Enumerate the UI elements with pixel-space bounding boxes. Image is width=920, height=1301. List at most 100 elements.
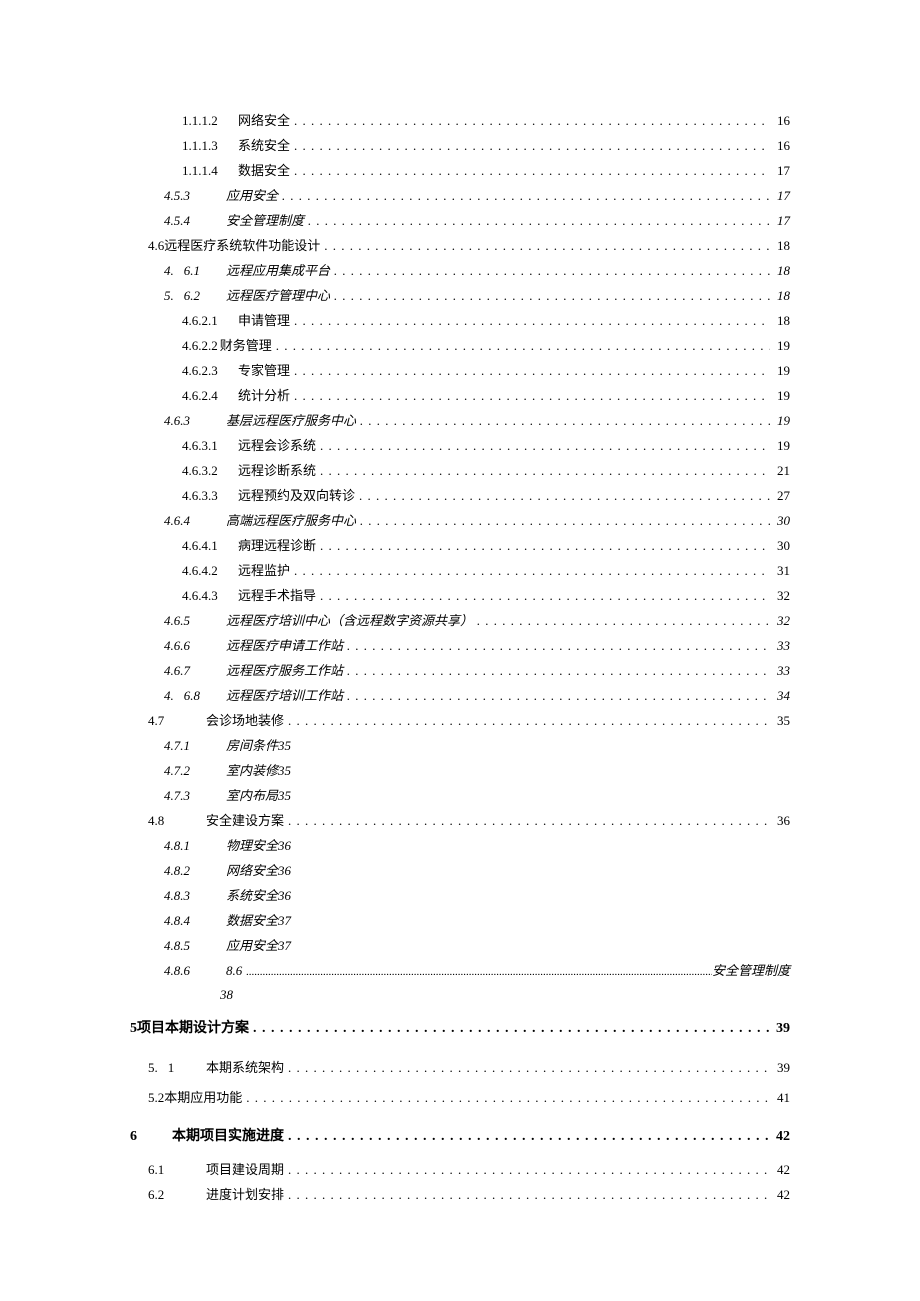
toc-leader: . . . . . . . . . . . . . . . . . . . . … bbox=[356, 408, 770, 433]
toc-leader: . . . . . . . . . . . . . . . . . . . . … bbox=[355, 483, 770, 508]
toc-title: 远程医疗申请工作站 bbox=[220, 633, 343, 658]
toc-entry: 6.1项目建设周期. . . . . . . . . . . . . . . .… bbox=[148, 1157, 790, 1182]
toc-number: 4.6.1 bbox=[164, 258, 220, 283]
toc-page: 39 bbox=[770, 1013, 790, 1045]
toc-page: 42 bbox=[770, 1182, 790, 1207]
toc-number: 4.6.3.2 bbox=[182, 458, 232, 483]
toc-leader: . . . . . . . . . . . . . . . . . . . . … bbox=[284, 1182, 770, 1207]
toc-entry: 4.6.3.3远程预约及双向转诊. . . . . . . . . . . . … bbox=[182, 483, 790, 508]
toc-entry: 1.1.1.2网络安全. . . . . . . . . . . . . . .… bbox=[182, 108, 790, 133]
toc-entry: 4.6.3.1远程会诊系统. . . . . . . . . . . . . .… bbox=[182, 433, 790, 458]
toc-page: 安全管理制度 bbox=[712, 958, 790, 983]
toc-leader: . . . . . . . . . . . . . . . . . . . . … bbox=[343, 683, 770, 708]
toc-entry: 4.5.4安全管理制度. . . . . . . . . . . . . . .… bbox=[164, 208, 790, 233]
toc-leader: . . . . . . . . . . . . . . . . . . . . … bbox=[320, 233, 770, 258]
toc-leader: . . . . . . . . . . . . . . . . . . . . … bbox=[316, 433, 770, 458]
toc-title: 房间条件35 bbox=[220, 733, 291, 758]
toc-page: 19 bbox=[770, 383, 790, 408]
toc-title: 8.6 bbox=[220, 958, 242, 983]
toc-number: 4.7.1 bbox=[164, 733, 220, 758]
toc-title: 远程医疗培训中心（含远程数字资源共享） bbox=[220, 608, 473, 633]
toc-leader: . . . . . . . . . . . . . . . . . . . . … bbox=[284, 708, 770, 733]
toc-leader: . . . . . . . . . . . . . . . . . . . . … bbox=[290, 558, 770, 583]
toc-page: 18 bbox=[770, 233, 790, 258]
toc-leader: . . . . . . . . . . . . . . . . . . . . … bbox=[356, 508, 770, 533]
toc-entry: 4.8.2网络安全36 bbox=[164, 858, 790, 883]
toc-title: 基层远程医疗服务中心 bbox=[220, 408, 356, 433]
toc-leader: . . . . . . . . . . . . . . . . . . . . … bbox=[284, 1157, 770, 1182]
toc-entry: 5.2本期应用功能. . . . . . . . . . . . . . . .… bbox=[148, 1083, 790, 1113]
toc-leader: . . . . . . . . . . . . . . . . . . . . … bbox=[290, 308, 770, 333]
toc-title: 项目本期设计方案 bbox=[137, 1013, 249, 1045]
toc-leader: . . . . . . . . . . . . . . . . . . . . … bbox=[249, 1013, 770, 1045]
toc-number: 4.8 bbox=[148, 808, 200, 833]
toc-title: 远程医疗培训工作站 bbox=[220, 683, 343, 708]
toc-page: 41 bbox=[770, 1083, 790, 1113]
toc-title: 应用安全 bbox=[220, 183, 278, 208]
toc-leader: . . . . . . . . . . . . . . . . . . . . … bbox=[316, 583, 770, 608]
toc-entry: 4.6.3.2远程诊断系统. . . . . . . . . . . . . .… bbox=[182, 458, 790, 483]
table-of-contents: 1.1.1.2网络安全. . . . . . . . . . . . . . .… bbox=[130, 108, 790, 1207]
toc-title: 高端远程医疗服务中心 bbox=[220, 508, 356, 533]
toc-leader: . . . . . . . . . . . . . . . . . . . . … bbox=[330, 283, 770, 308]
toc-entry: 4.6.6远程医疗申请工作站. . . . . . . . . . . . . … bbox=[164, 633, 790, 658]
toc-page: 19 bbox=[770, 358, 790, 383]
toc-number: 4.6.7 bbox=[164, 658, 220, 683]
toc-leader: . . . . . . . . . . . . . . . . . . . . … bbox=[284, 808, 770, 833]
toc-page: 17 bbox=[770, 208, 790, 233]
toc-entry: 4.6.8远程医疗培训工作站. . . . . . . . . . . . . … bbox=[164, 683, 790, 708]
toc-entry: 4.8.1物理安全36 bbox=[164, 833, 790, 858]
toc-title: 室内装修35 bbox=[220, 758, 291, 783]
toc-title: 项目建设周期 bbox=[200, 1157, 284, 1182]
toc-entry: 4.7会诊场地装修. . . . . . . . . . . . . . . .… bbox=[148, 708, 790, 733]
toc-number: 1.1.1.3 bbox=[182, 133, 232, 158]
toc-leader: . . . . . . . . . . . . . . . . . . . . … bbox=[343, 633, 770, 658]
toc-number: 4.6.4.3 bbox=[182, 583, 232, 608]
toc-entry: 4.8.5应用安全37 bbox=[164, 933, 790, 958]
toc-page: 18 bbox=[770, 258, 790, 283]
toc-number: 4.6.4.2 bbox=[182, 558, 232, 583]
toc-page: 19 bbox=[770, 408, 790, 433]
toc-title: 专家管理 bbox=[232, 358, 290, 383]
toc-title: 进度计划安排 bbox=[200, 1182, 284, 1207]
toc-title: 安全建设方案 bbox=[200, 808, 284, 833]
toc-leader: . . . . . . . . . . . . . . . . . . . . … bbox=[242, 1083, 770, 1113]
toc-number: 4.6.4.1 bbox=[182, 533, 232, 558]
toc-number: 4.7.2 bbox=[164, 758, 220, 783]
toc-entry: 6.2进度计划安排. . . . . . . . . . . . . . . .… bbox=[148, 1182, 790, 1207]
toc-entry: 4.6.4.3远程手术指导. . . . . . . . . . . . . .… bbox=[182, 583, 790, 608]
toc-number: 4.8.1 bbox=[164, 833, 220, 858]
toc-page: 39 bbox=[770, 1053, 790, 1083]
toc-leader: . . . . . . . . . . . . . . . . . . . . … bbox=[284, 1121, 770, 1153]
toc-page: 18 bbox=[770, 308, 790, 333]
toc-page: 16 bbox=[770, 133, 790, 158]
toc-number: 5.2 bbox=[148, 1083, 164, 1113]
toc-page: 42 bbox=[770, 1121, 790, 1153]
toc-leader: . . . . . . . . . . . . . . . . . . . . … bbox=[330, 258, 770, 283]
toc-number: 4.6.3.3 bbox=[182, 483, 232, 508]
toc-sub: 38 bbox=[220, 985, 790, 1005]
toc-number: 1.1.1.4 bbox=[182, 158, 232, 183]
toc-title: 应用安全37 bbox=[220, 933, 291, 958]
toc-entry: 4.6.2.1申请管理. . . . . . . . . . . . . . .… bbox=[182, 308, 790, 333]
toc-leader: . . . . . . . . . . . . . . . . . . . . … bbox=[343, 658, 770, 683]
toc-entry: 6本期项目实施进度. . . . . . . . . . . . . . . .… bbox=[130, 1121, 790, 1153]
toc-title: 安全管理制度 bbox=[220, 208, 304, 233]
toc-entry: 4.7.2室内装修35 bbox=[164, 758, 790, 783]
toc-leader: . . . . . . . . . . . . . . . . . . . . … bbox=[316, 533, 770, 558]
toc-page: 19 bbox=[770, 433, 790, 458]
toc-number: 4.6.2.2 bbox=[182, 333, 218, 358]
toc-page: 31 bbox=[770, 558, 790, 583]
toc-entry: 1.1.1.4数据安全. . . . . . . . . . . . . . .… bbox=[182, 158, 790, 183]
toc-page: 17 bbox=[770, 158, 790, 183]
toc-number: 4.8.2 bbox=[164, 858, 220, 883]
toc-page: 19 bbox=[770, 333, 790, 358]
toc-number: 4.6.3 bbox=[164, 408, 220, 433]
toc-leader: . . . . . . . . . . . . . . . . . . . . … bbox=[473, 608, 770, 633]
toc-number: 6.2 bbox=[148, 1182, 200, 1207]
toc-number: 4.8.5 bbox=[164, 933, 220, 958]
toc-title: 远程会诊系统 bbox=[232, 433, 316, 458]
toc-leader: . . . . . . . . . . . . . . . . . . . . … bbox=[290, 383, 770, 408]
toc-number: 6 bbox=[130, 1121, 166, 1153]
toc-leader: . . . . . . . . . . . . . . . . . . . . … bbox=[290, 358, 770, 383]
